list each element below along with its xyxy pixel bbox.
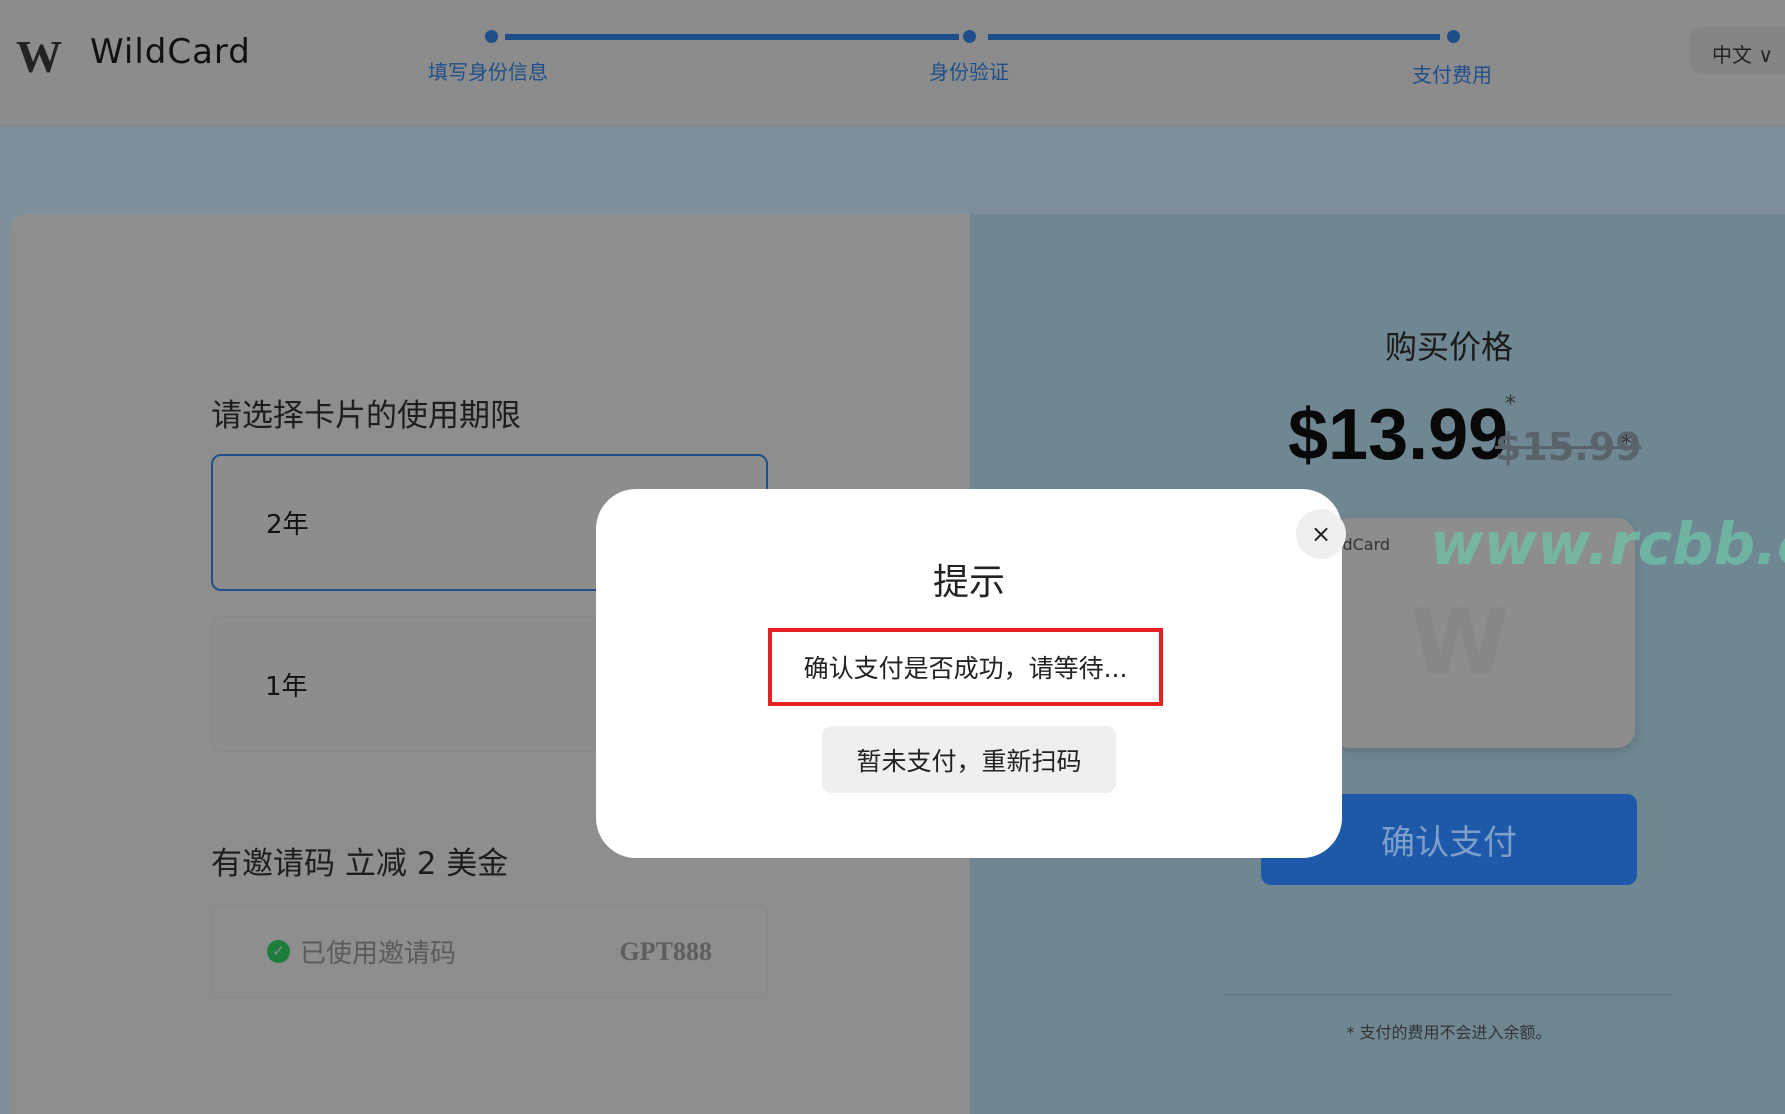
divider bbox=[1223, 994, 1674, 995]
invite-status: 已使用邀请码 bbox=[300, 939, 457, 969]
original-price: $15.99 bbox=[1495, 425, 1642, 469]
logo-icon: W bbox=[16, 31, 62, 82]
language-label: 中文 bbox=[1712, 43, 1752, 67]
progress-line bbox=[505, 34, 959, 40]
footnote: * 支付的费用不会进入余额。 bbox=[1346, 1023, 1552, 1042]
payment-dialog: × 提示 确认支付是否成功，请等待... 暂未支付，重新扫码 bbox=[596, 489, 1346, 858]
step-label: 身份验证 bbox=[929, 60, 1009, 84]
invite-code: GPT888 bbox=[619, 936, 712, 966]
dialog-message: 确认支付是否成功，请等待... bbox=[768, 628, 1163, 706]
period-title: 请选择卡片的使用期限 bbox=[211, 398, 521, 434]
invite-code-field[interactable]: ✓ 已使用邀请码 GPT888 bbox=[211, 905, 768, 998]
current-price: $13.99 bbox=[1288, 395, 1509, 475]
price-asterisk: * bbox=[1621, 432, 1632, 457]
language-select[interactable]: 中文 ∨ bbox=[1689, 27, 1785, 74]
price-asterisk: * bbox=[1505, 392, 1516, 417]
check-circle-icon: ✓ bbox=[267, 940, 290, 963]
brand-name: WildCard bbox=[90, 32, 251, 72]
dialog-title: 提示 bbox=[932, 562, 1005, 603]
step-dot bbox=[1447, 30, 1460, 43]
step-dot bbox=[485, 30, 498, 43]
header: W WildCard 填写身份信息 身份验证 支付费用 中文 ∨ bbox=[0, 0, 1785, 126]
step-dot bbox=[963, 30, 976, 43]
progress-line bbox=[988, 34, 1440, 40]
rescan-button[interactable]: 暂未支付，重新扫码 bbox=[822, 726, 1116, 793]
card-brand: ldCard bbox=[1338, 535, 1391, 554]
close-icon[interactable]: × bbox=[1296, 509, 1346, 559]
watermark: www.rcbb.cc bbox=[1430, 510, 1785, 578]
step-label: 填写身份信息 bbox=[428, 60, 548, 84]
card-logo-icon: W bbox=[1410, 590, 1510, 695]
price-title: 购买价格 bbox=[1384, 328, 1514, 366]
step-label: 支付费用 bbox=[1412, 63, 1492, 87]
invite-title: 有邀请码 立减 2 美金 bbox=[211, 846, 509, 882]
chevron-down-icon: ∨ bbox=[1758, 43, 1773, 67]
